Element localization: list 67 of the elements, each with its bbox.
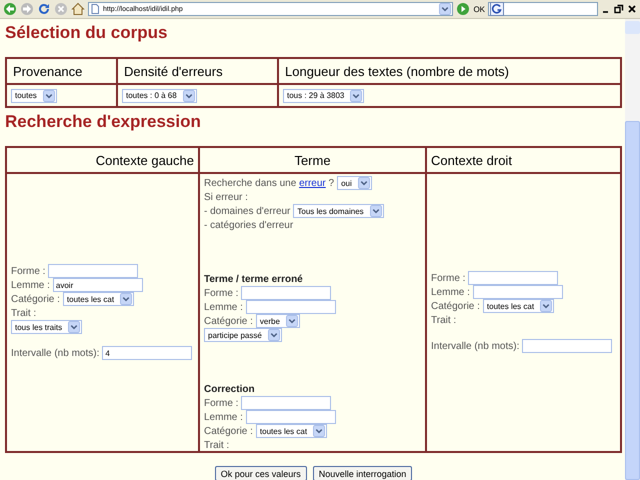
input-field[interactable]: [241, 396, 332, 410]
section-heading: Correction: [204, 384, 255, 394]
input-field[interactable]: [48, 264, 138, 278]
column-header: Contexte gauche: [96, 152, 194, 168]
dropdown[interactable]: participe passé: [204, 328, 282, 342]
dropdown[interactable]: toutes les cat: [256, 424, 328, 438]
dropdown[interactable]: verbe: [256, 314, 300, 328]
field-label: Catégorie :: [431, 300, 480, 312]
column-header: Longueur des textes (nombre de mots): [284, 64, 510, 78]
column-header: Contexte droit: [431, 152, 512, 168]
section-title: Sélection du corpus: [5, 23, 168, 43]
column-header: Provenance: [12, 64, 82, 78]
restore-icon[interactable]: [614, 4, 624, 14]
form-button[interactable]: Nouvelle interrogation: [312, 466, 412, 480]
go-label: OK: [473, 4, 485, 14]
section-heading: Terme / terme erroné: [204, 274, 303, 284]
input-field[interactable]: [246, 410, 336, 424]
field-label: Catégorie :: [204, 426, 253, 436]
field-label: Si erreur :: [204, 192, 248, 202]
field-label: - catégories d'erreur: [204, 220, 294, 230]
dropdown[interactable]: toutes les cat: [482, 299, 554, 313]
field-label: Forme :: [204, 288, 238, 298]
field-label: Trait :: [204, 440, 230, 450]
field-label: Lemme :: [11, 280, 50, 290]
section-title: Recherche d'expression: [5, 112, 202, 132]
input-field[interactable]: [472, 285, 563, 299]
column-header: Terme: [294, 152, 331, 168]
field-label: Intervalle (nb mots):: [11, 348, 100, 358]
close-icon[interactable]: [627, 4, 637, 14]
search-field[interactable]: [488, 2, 598, 16]
input-field[interactable]: [522, 339, 612, 353]
go-icon[interactable]: [456, 2, 470, 16]
field-label: Forme :: [204, 398, 238, 408]
field-label: Intervalle (nb mots):: [431, 340, 520, 352]
input-field[interactable]: [241, 286, 332, 300]
search-engine-icon: [490, 2, 504, 16]
field-label: Lemme :: [204, 412, 243, 422]
back-icon[interactable]: [3, 2, 17, 16]
form-button[interactable]: Ok pour ces valeurs: [214, 466, 307, 480]
error-link[interactable]: erreur: [299, 178, 326, 188]
dropdown[interactable]: Tous les domaines: [293, 204, 384, 218]
field-label: Lemme :: [204, 302, 243, 312]
field-label: Forme :: [11, 266, 46, 276]
dropdown[interactable]: toutes les cat: [62, 292, 134, 306]
refresh-icon[interactable]: [37, 2, 51, 16]
scrollbar[interactable]: [625, 19, 640, 480]
dropdown[interactable]: tous les traits: [11, 320, 82, 334]
field-label: - domaines d'erreur: [204, 206, 290, 216]
column-header: Densité d'erreurs: [123, 64, 223, 78]
field-label: Trait :: [11, 308, 36, 318]
field-label: Catégorie :: [204, 316, 253, 326]
forward-icon[interactable]: [20, 2, 34, 16]
input-field[interactable]: avoir: [52, 278, 143, 292]
home-icon[interactable]: [71, 2, 85, 16]
field-label: Forme :: [431, 272, 466, 284]
dropdown[interactable]: toutes: [11, 88, 57, 102]
question-text: Recherche dans une erreur ?: [204, 178, 334, 188]
dropdown[interactable]: tous : 29 à 3803: [283, 88, 364, 102]
dropdown[interactable]: oui: [337, 176, 372, 190]
field-label: Trait :: [431, 314, 456, 326]
page-icon: [90, 4, 100, 14]
field-label: Lemme :: [431, 286, 470, 298]
input-field[interactable]: [468, 271, 558, 285]
input-field[interactable]: [246, 300, 336, 314]
field-label: Catégorie :: [11, 294, 60, 304]
dropdown[interactable]: toutes : 0 à 68: [122, 88, 197, 102]
input-field[interactable]: 4: [102, 346, 192, 360]
